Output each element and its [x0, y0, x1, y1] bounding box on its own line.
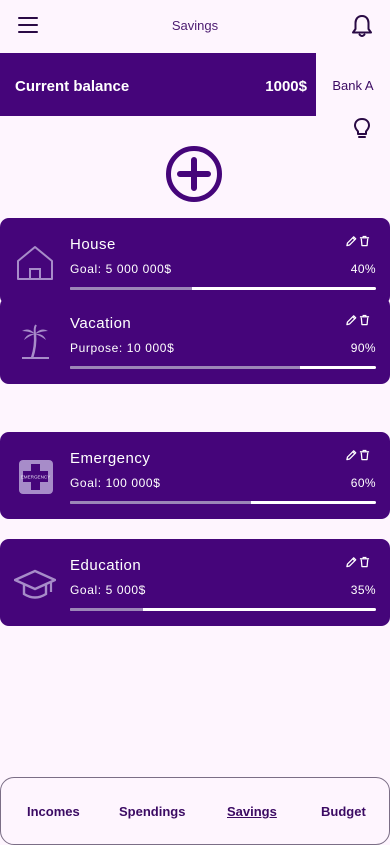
- bank-label: Bank A: [332, 78, 374, 93]
- nav-savings[interactable]: Savings: [227, 804, 277, 819]
- nav-budget[interactable]: Budget: [321, 804, 366, 819]
- emergency-icon: EMERGENCY: [19, 460, 53, 494]
- goal-name: House: [70, 236, 116, 253]
- edit-icon[interactable]: [346, 314, 357, 326]
- emergency-icon-label: EMERGENCY: [21, 475, 51, 480]
- goal-name: Vacation: [70, 315, 132, 332]
- goal-progress-bar: [70, 608, 376, 611]
- trash-icon[interactable]: [359, 556, 370, 568]
- goal-progress-fill: [70, 287, 193, 290]
- goal-card-emergency[interactable]: EMERGENCY Emergency Goal: 100 000$ 60%: [0, 432, 390, 519]
- edit-icon[interactable]: [346, 556, 357, 568]
- goal-target: Goal: 5 000 000$: [70, 262, 172, 276]
- nav-incomes[interactable]: Incomes: [27, 804, 80, 819]
- goal-progress-bar: [70, 287, 376, 290]
- goal-progress-bar: [70, 501, 376, 504]
- goal-target: Goal: 5 000$: [70, 583, 146, 597]
- goal-card-house[interactable]: House Goal: 5 000 000$ 40%: [0, 218, 390, 305]
- goal-target: Purpose: 10 000$: [70, 341, 175, 355]
- balance-bar: Current balance 1000$: [0, 53, 316, 116]
- page-title: Savings: [171, 18, 219, 33]
- nav-spendings[interactable]: Spendings: [119, 804, 185, 819]
- goal-percent: 90%: [350, 341, 376, 355]
- bank-selector[interactable]: Bank A: [316, 53, 390, 116]
- app-bar: Savings: [0, 0, 390, 52]
- palm-tree-icon: [22, 324, 49, 359]
- balance-value: 1000$: [265, 78, 307, 95]
- bell-icon[interactable]: [351, 14, 373, 38]
- lightbulb-icon[interactable]: [351, 117, 373, 141]
- goal-percent: 60%: [350, 476, 376, 490]
- bottom-nav: Incomes Spendings Savings Budget: [0, 777, 390, 845]
- goal-percent: 40%: [350, 262, 376, 276]
- goal-name: Emergency: [70, 450, 151, 467]
- goal-progress-bar: [70, 366, 376, 369]
- house-icon: [17, 246, 53, 280]
- trash-icon[interactable]: [359, 235, 370, 247]
- goal-card-education[interactable]: Education Goal: 5 000$ 35%: [0, 539, 390, 626]
- goal-card-vacation[interactable]: Vacation Purpose: 10 000$ 90%: [0, 297, 390, 384]
- add-goal-button[interactable]: [165, 145, 223, 203]
- edit-icon[interactable]: [346, 449, 357, 461]
- edit-icon[interactable]: [346, 235, 357, 247]
- balance-label: Current balance: [15, 78, 130, 95]
- goal-progress-fill: [70, 366, 300, 369]
- goal-target: Goal: 100 000$: [70, 476, 161, 490]
- goal-progress-fill: [70, 608, 144, 611]
- goal-progress-fill: [70, 501, 251, 504]
- trash-icon[interactable]: [359, 314, 370, 326]
- goal-name: Education: [70, 557, 142, 574]
- trash-icon[interactable]: [359, 449, 370, 461]
- graduation-cap-icon: [14, 569, 56, 599]
- goal-percent: 35%: [350, 583, 376, 597]
